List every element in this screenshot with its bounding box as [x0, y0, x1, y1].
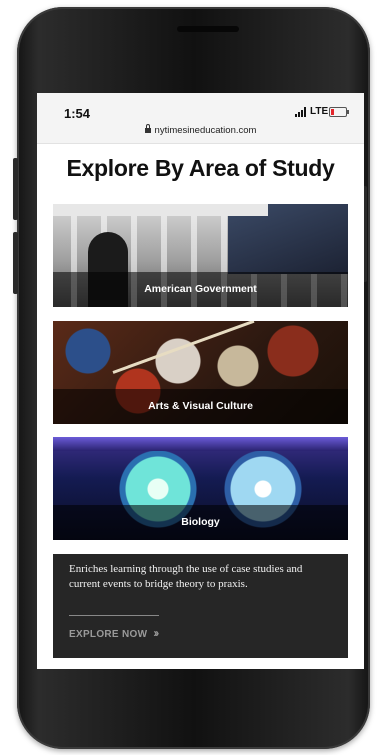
card-label: Arts & Visual Culture	[53, 389, 348, 424]
page-title: Explore By Area of Study	[66, 155, 335, 181]
card-arts-visual-culture[interactable]: Arts & Visual Culture	[53, 321, 348, 424]
info-panel: Enriches learning through the use of cas…	[53, 554, 348, 658]
card-label: American Government	[53, 272, 348, 307]
divider	[69, 615, 159, 616]
status-bar: 1:54 LTE nytimesineducation.com	[37, 93, 364, 144]
volume-down-button	[13, 232, 18, 294]
volume-up-button	[13, 158, 18, 220]
url-text: nytimesineducation.com	[154, 125, 257, 136]
speaker-grille	[177, 26, 239, 32]
network-type: LTE	[310, 106, 329, 117]
battery-icon	[329, 107, 349, 117]
card-biology[interactable]: Biology	[53, 437, 348, 540]
status-time: 1:54	[64, 106, 91, 121]
explore-now-label: EXPLORE NOW	[69, 629, 148, 640]
card-image-light	[53, 437, 348, 451]
phone-screen: 1:54 LTE nytimesineducation.com Explore …	[37, 93, 364, 669]
card-american-government[interactable]: American Government	[53, 204, 348, 307]
card-image-building	[53, 204, 268, 216]
card-image-brush	[112, 321, 255, 374]
explore-now-link[interactable]: EXPLORE NOW ››	[69, 626, 159, 640]
signal-icon	[295, 107, 308, 117]
address-bar[interactable]: nytimesineducation.com	[37, 124, 364, 136]
lock-icon	[144, 124, 151, 133]
info-description: Enriches learning through the use of cas…	[69, 563, 303, 590]
double-chevron-right-icon: ››	[153, 626, 159, 640]
card-label: Biology	[53, 505, 348, 540]
